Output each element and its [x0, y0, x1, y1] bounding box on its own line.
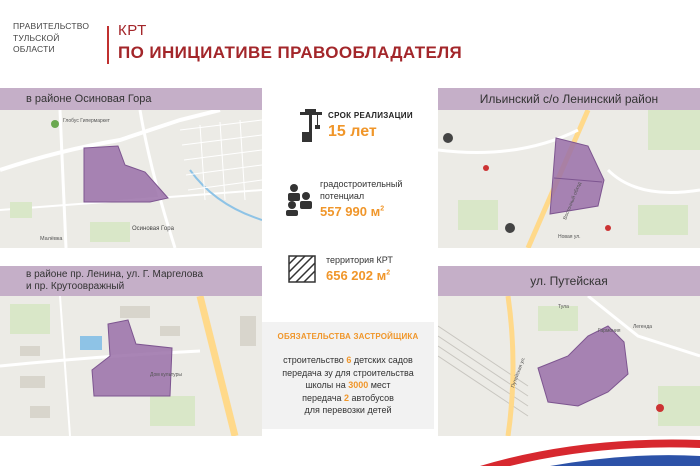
area-header-osinovaya: в районе Осиновая Гора	[0, 88, 262, 110]
territory-number: 656 202 м	[326, 268, 387, 283]
area-title: в районе Осиновая Гора	[26, 93, 152, 105]
org-name: ПРАВИТЕЛЬСТВО ТУЛЬСКОЙ ОБЛАСТИ	[13, 21, 103, 56]
term-value: 15 лет	[328, 123, 377, 140]
obligation-line: для перевозки детей	[304, 405, 392, 415]
obligations-box: ОБЯЗАТЕЛЬСТВА ЗАСТРОЙЩИКА строительство …	[262, 322, 434, 429]
obligations-title: ОБЯЗАТЕЛЬСТВА ЗАСТРОЙЩИКА	[277, 332, 419, 341]
map-graphic: Дом культуры	[0, 296, 262, 436]
obligation-line: школы на 3000 мест	[262, 379, 434, 392]
header-divider	[107, 26, 109, 64]
map-label: Легенда	[633, 324, 652, 330]
obligation-line: передача 2 автобусов	[262, 392, 434, 405]
map-label: Осиновая Гора	[132, 226, 175, 232]
obligation-text: строительство	[283, 355, 347, 365]
potential-label-line: градостроительный	[320, 179, 403, 189]
term-label: СРОК РЕАЛИЗАЦИИ	[328, 111, 413, 120]
org-line: ТУЛЬСКОЙ	[13, 32, 60, 43]
territory-unit-sup: 2	[386, 269, 391, 277]
map-label: Новая ул.	[558, 234, 581, 240]
map-label: Дом культуры	[150, 372, 182, 378]
map-label: Глобус Гипермаркет	[63, 118, 111, 124]
obligation-text: мест	[368, 380, 391, 390]
area-title: и пр. Крутоовражный	[26, 281, 125, 292]
page-title: ПО ИНИЦИАТИВЕ ПРАВООБЛАДАТЕЛЯ	[118, 43, 463, 62]
map-ilinsky[interactable]: Восточный обход Новая ул.	[438, 110, 700, 248]
area-title: Ильинский с/о Ленинский район	[479, 92, 659, 106]
map-lenina[interactable]: Дом культуры	[0, 296, 262, 436]
obligation-line: строительство 6 детских садов	[262, 354, 434, 367]
org-line: ПРАВИТЕЛЬСТВО	[13, 21, 90, 31]
map-putejskaya[interactable]: Легенда Гармония Путейская ул. Тула	[438, 296, 700, 436]
map-osinovaya[interactable]: Глобус Гипермаркет Осиновая Гора Малёвка	[0, 110, 262, 248]
obligation-text: детских садов	[351, 355, 413, 365]
crane-icon	[300, 109, 322, 142]
map-graphic: Легенда Гармония Путейская ул. Тула	[438, 296, 700, 436]
obligation-text: передача	[302, 392, 345, 403]
obligation-text: школы на	[305, 380, 349, 390]
obligation-number: 3000	[348, 380, 369, 390]
obligation-line: передача зу для строительства	[282, 367, 414, 378]
map-graphic: Восточный обход Новая ул.	[438, 110, 700, 248]
org-line: ОБЛАСТИ	[13, 44, 55, 54]
page-title-abbr: КРТ	[118, 22, 147, 39]
area-header-putejskaya: ул. Путейская	[438, 266, 700, 296]
flag-ribbon	[480, 439, 700, 466]
potential-label-line: потенциал	[320, 191, 365, 201]
map-label: Гармония	[598, 328, 621, 334]
obligation-text: автобусов	[349, 392, 394, 403]
territory-value: 656 202 м2	[326, 268, 393, 283]
potential-number: 557 990 м	[320, 204, 381, 219]
area-header-ilinsky: Ильинский с/о Ленинский район	[438, 88, 700, 110]
stat-territory: территория КРТ 656 202 м2	[288, 254, 393, 283]
potential-value: 557 990 м2	[320, 204, 402, 219]
workers-icon	[286, 183, 312, 216]
territory-label: территория КРТ	[326, 255, 393, 265]
area-title: в районе пр. Ленина, ул. Г. Маргелова	[26, 269, 204, 280]
obligations-list: строительство 6 детских садов передача з…	[262, 354, 434, 417]
area-hatch-icon	[288, 254, 316, 283]
stat-term: СРОК РЕАЛИЗАЦИИ 15 лет	[300, 108, 413, 144]
map-label: Малёвка	[40, 236, 63, 242]
area-title: ул. Путейская	[530, 274, 608, 288]
area-header-lenina: в районе пр. Ленина, ул. Г. Маргелова и …	[0, 266, 262, 296]
potential-unit-sup: 2	[380, 205, 385, 213]
map-label: Тула	[558, 304, 569, 310]
map-graphic: Глобус Гипермаркет Осиновая Гора Малёвка	[0, 110, 262, 248]
stat-potential: градостроительный потенциал 557 990 м2	[284, 178, 402, 219]
